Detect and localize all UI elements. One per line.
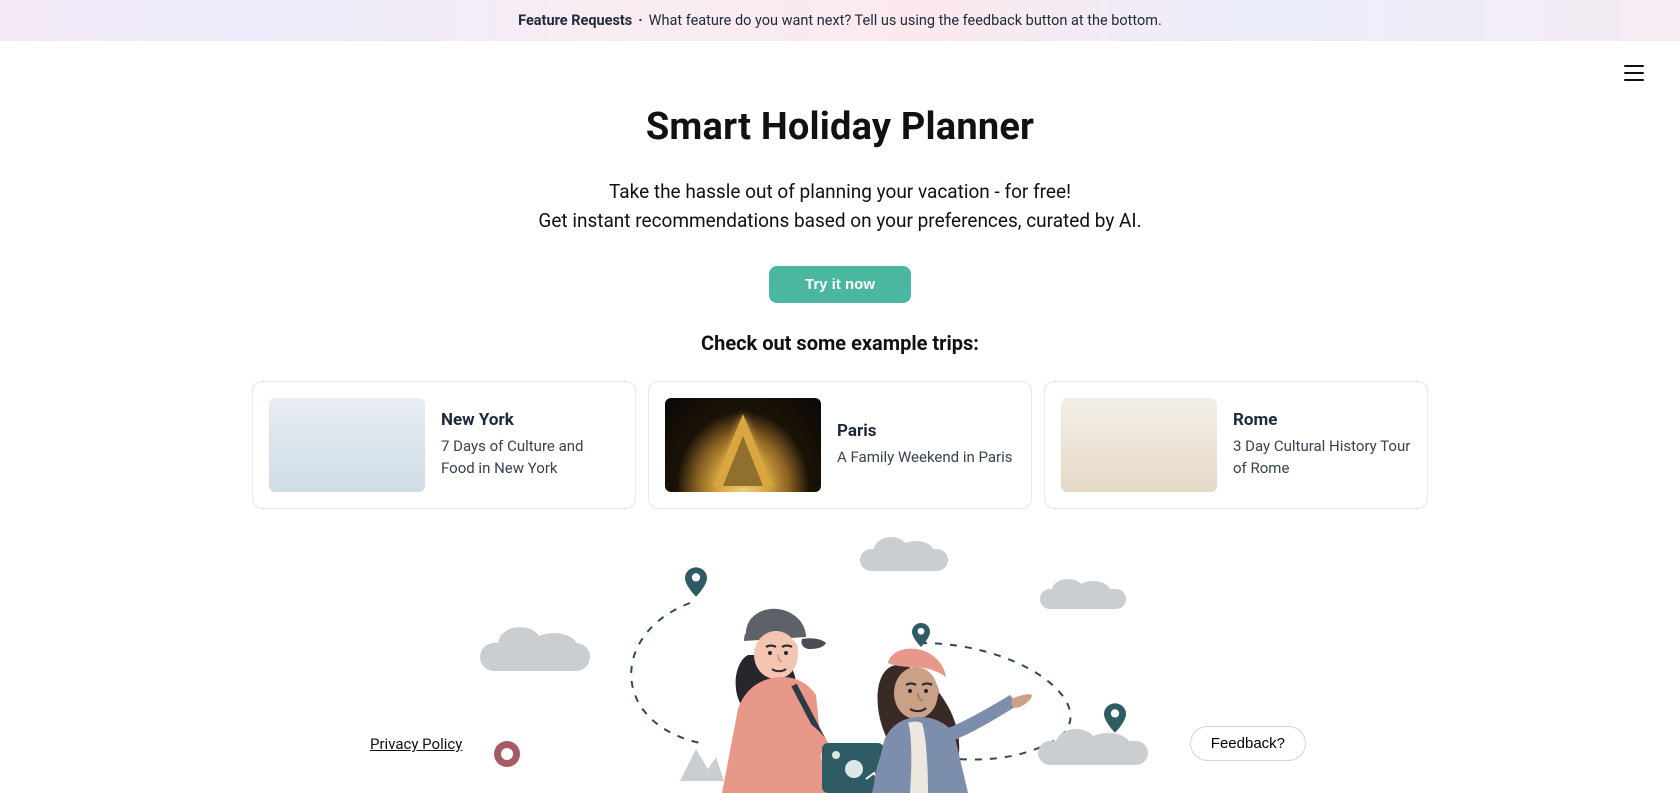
trip-card-new-york[interactable]: New York 7 Days of Culture and Food in N… bbox=[252, 381, 636, 509]
trip-card-paris[interactable]: Paris A Family Weekend in Paris bbox=[648, 381, 1032, 509]
trip-desc: 7 Days of Culture and Food in New York bbox=[441, 436, 619, 480]
trip-image-paris bbox=[665, 398, 821, 492]
people-illustration bbox=[702, 593, 1032, 793]
trip-desc: 3 Day Cultural History Tour of Rome bbox=[1233, 436, 1411, 480]
subtitle-line-1: Take the hassle out of planning your vac… bbox=[0, 177, 1680, 206]
examples-heading: Check out some example trips: bbox=[0, 331, 1680, 355]
subtitle: Take the hassle out of planning your vac… bbox=[0, 177, 1680, 236]
try-it-now-button[interactable]: Try it now bbox=[769, 266, 911, 303]
map-pin-icon bbox=[494, 741, 520, 767]
feedback-button[interactable]: Feedback? bbox=[1190, 726, 1306, 761]
trip-title: New York bbox=[441, 410, 619, 430]
announcement-text: What feature do you want next? Tell us u… bbox=[649, 12, 1162, 29]
trip-title: Rome bbox=[1233, 410, 1411, 430]
hero-illustration bbox=[490, 543, 1190, 783]
map-pin-icon bbox=[1104, 703, 1126, 733]
page-title: Smart Holiday Planner bbox=[0, 105, 1680, 149]
menu-icon[interactable] bbox=[1624, 65, 1644, 81]
trip-image-rome bbox=[1061, 398, 1217, 492]
example-trip-cards: New York 7 Days of Culture and Food in N… bbox=[252, 381, 1428, 509]
subtitle-line-2: Get instant recommendations based on you… bbox=[0, 206, 1680, 235]
trip-image-new-york bbox=[269, 398, 425, 492]
privacy-policy-link[interactable]: Privacy Policy bbox=[370, 735, 462, 753]
announcement-bold: Feature Requests bbox=[518, 12, 632, 29]
trip-title: Paris bbox=[837, 421, 1015, 441]
trip-card-rome[interactable]: Rome 3 Day Cultural History Tour of Rome bbox=[1044, 381, 1428, 509]
header bbox=[0, 41, 1680, 95]
trip-desc: A Family Weekend in Paris bbox=[837, 447, 1015, 469]
announcement-separator: · bbox=[638, 12, 642, 29]
hero: Smart Holiday Planner Take the hassle ou… bbox=[0, 95, 1680, 783]
announcement-bar: Feature Requests · What feature do you w… bbox=[0, 0, 1680, 41]
